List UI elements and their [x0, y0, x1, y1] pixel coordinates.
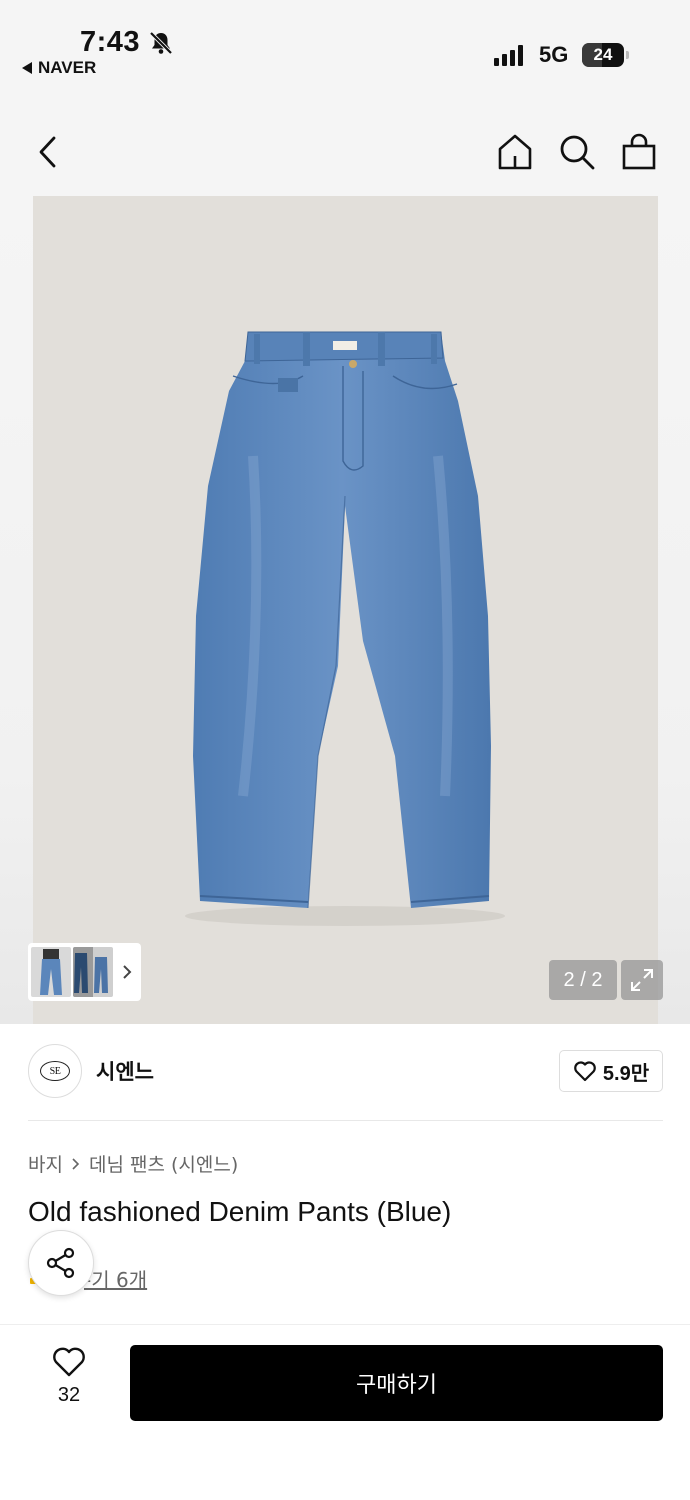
thumbnail-strip[interactable] — [28, 943, 141, 1001]
home-button[interactable] — [493, 130, 537, 174]
thumbnail-2[interactable] — [73, 947, 113, 997]
chevron-right-icon — [72, 1157, 80, 1170]
breadcrumb-item-pants[interactable]: 바지 — [28, 1150, 63, 1177]
product-title: Old fashioned Denim Pants (Blue) — [28, 1196, 452, 1227]
search-button[interactable] — [555, 130, 599, 174]
expand-icon — [631, 969, 653, 991]
thumbnail-1[interactable] — [31, 947, 71, 997]
cart-button[interactable] — [617, 130, 661, 174]
brand-logo-mark: SE — [40, 1061, 70, 1081]
back-to-app[interactable]: NAVER — [22, 58, 96, 78]
image-page-counter: 2 / 2 — [549, 960, 617, 1000]
shopping-bag-icon — [622, 133, 656, 170]
chevron-right-icon — [123, 965, 132, 979]
network-type: 5G — [539, 42, 569, 67]
back-app-label: NAVER — [38, 58, 97, 77]
heart-icon — [53, 1347, 85, 1377]
heart-icon — [574, 1061, 596, 1082]
cellular-signal-icon — [494, 44, 523, 66]
back-triangle-icon — [22, 62, 32, 74]
wishlist-button[interactable]: 32 — [40, 1346, 98, 1416]
breadcrumb-item-denim[interactable]: 데님 팬츠 (시엔느) — [89, 1150, 238, 1177]
share-button[interactable] — [28, 1230, 94, 1296]
search-icon — [560, 135, 595, 170]
brand-logo[interactable]: SE — [28, 1044, 82, 1098]
back-button[interactable] — [26, 130, 70, 174]
home-icon — [498, 134, 532, 170]
divider — [28, 1120, 663, 1121]
product-image[interactable] — [33, 196, 658, 1024]
brand-name[interactable]: 시엔느 — [96, 1056, 154, 1086]
share-icon — [46, 1247, 75, 1279]
status-time: 7:43 — [80, 26, 141, 58]
bell-muted-icon — [149, 31, 173, 55]
battery-level: 24 — [593, 45, 613, 64]
brand-like-button[interactable]: 5.9만 — [559, 1050, 663, 1092]
battery-icon: 24 — [582, 43, 624, 67]
wishlist-count: 32 — [57, 1384, 81, 1406]
breadcrumb: 바지 데님 팬츠 (시엔느) — [28, 1150, 238, 1177]
brand-like-count: 5.9만 — [602, 1062, 650, 1085]
denim-pants-image — [185, 331, 505, 926]
expand-image-button[interactable] — [621, 960, 663, 1000]
buy-button[interactable]: 구매하기 — [130, 1345, 663, 1421]
battery-nub — [626, 51, 629, 59]
chevron-left-icon — [39, 136, 56, 168]
